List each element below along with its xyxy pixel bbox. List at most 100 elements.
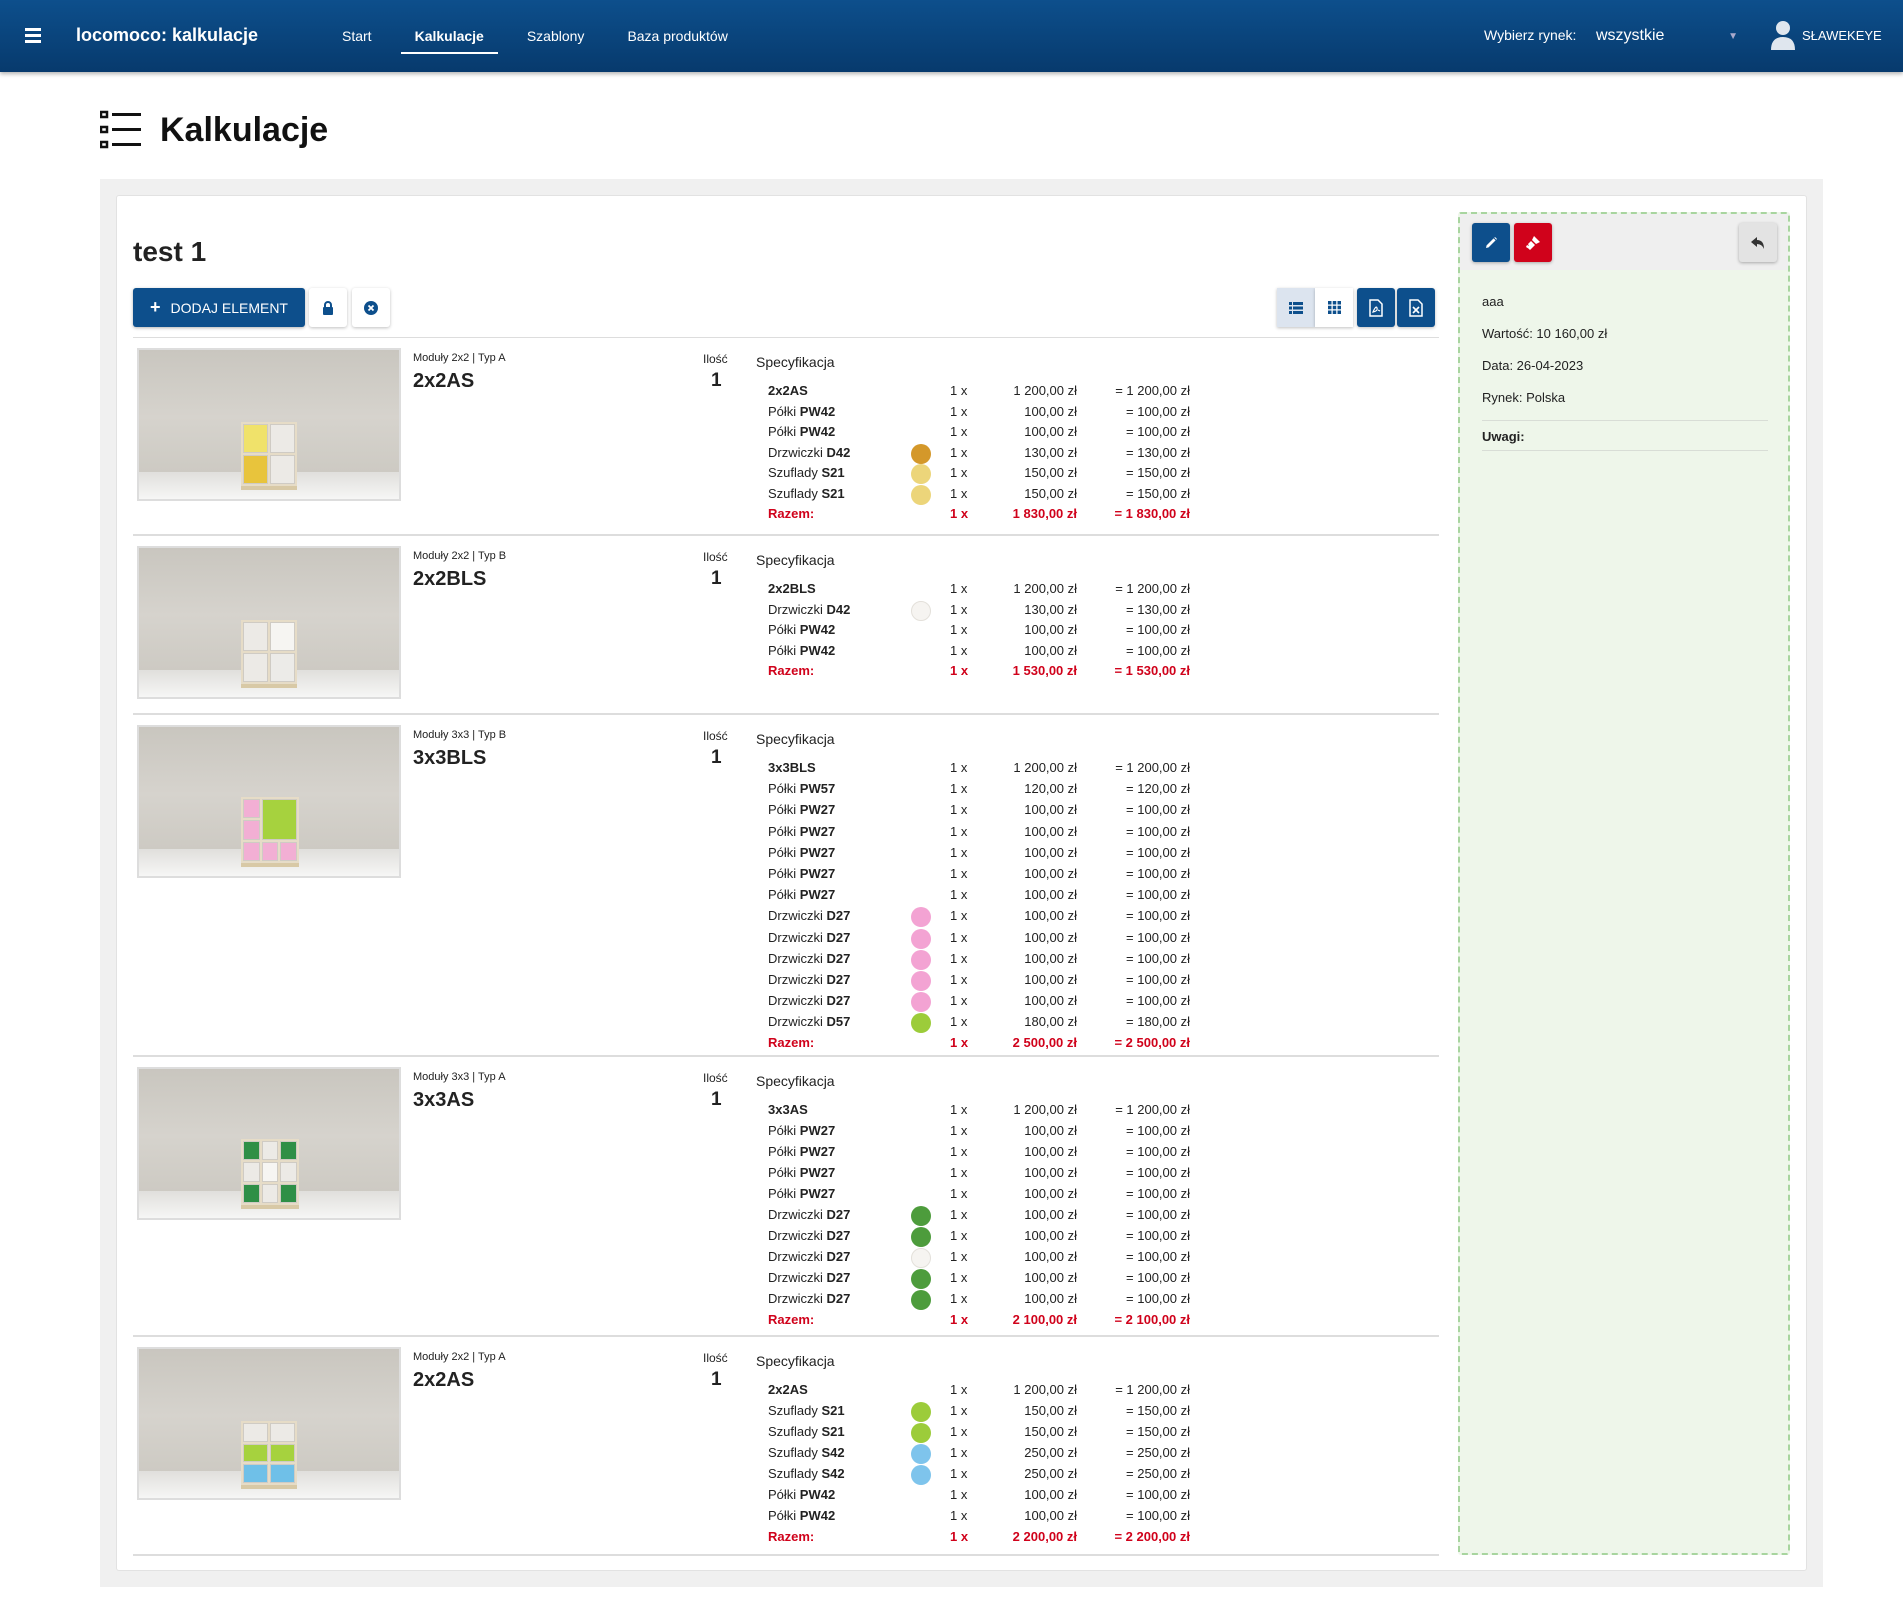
element-thumbnail[interactable]: [137, 725, 401, 878]
specification-title: Specyfikacja: [756, 1073, 835, 1089]
spec-item-label: Półki: [768, 622, 800, 637]
spec-item-code: PW27: [799, 1123, 836, 1138]
spec-item-label: Półki: [768, 1165, 800, 1180]
spec-item-code: PW27: [799, 1165, 836, 1180]
details-panel-header: [1460, 214, 1788, 270]
close-button[interactable]: [352, 288, 390, 327]
spec-item-name: Drzwiczki D27: [768, 1228, 850, 1243]
spec-item-code: D27: [826, 950, 851, 966]
spec-item-label: Szuflady: [768, 1424, 822, 1439]
spec-line: Drzwiczki D57 1 x 180,00 zł = 180,00 zł: [768, 1013, 1208, 1034]
spec-item-price: 100,00 zł: [1024, 1144, 1077, 1159]
nav-item-baza-produktow[interactable]: Baza produktów: [613, 0, 741, 72]
spec-item-total: = 100,00 zł: [1126, 1186, 1190, 1201]
spec-item-price: 150,00 zł: [1024, 465, 1077, 480]
spec-item-total: = 150,00 zł: [1126, 465, 1190, 480]
spec-item-name: Szuflady S21: [768, 465, 845, 480]
spec-total-line: Razem: 1 x1 830,00 zł = 1 830,00 zł: [768, 505, 1208, 522]
spec-item-code: D27: [826, 1207, 851, 1222]
spec-item-code: D27: [826, 993, 851, 1009]
grid-view-button[interactable]: [1315, 288, 1353, 327]
element-thumbnail[interactable]: [137, 546, 401, 699]
calculation-market: Rynek: Polska: [1482, 390, 1566, 405]
spec-item-total: = 100,00 zł: [1126, 1508, 1190, 1523]
element-thumbnail[interactable]: [137, 1347, 401, 1500]
market-select-value: wszystkie: [1596, 27, 1665, 44]
quantity-label: Ilość: [703, 550, 728, 564]
color-swatch: [911, 1423, 931, 1443]
spec-item-price: 250,00 zł: [1024, 1466, 1077, 1481]
spec-line: Drzwiczki D27 1 x 100,00 zł = 100,00 zł: [768, 1290, 1208, 1311]
spec-line: Szuflady S42 1 x 250,00 zł = 250,00 zł: [768, 1465, 1208, 1486]
spec-line: Drzwiczki D27 1 x 100,00 zł = 100,00 zł: [768, 970, 1208, 992]
excel-icon: [1409, 298, 1423, 317]
element-type: Moduły 2x2 | Typ B: [413, 550, 507, 562]
list-view-button[interactable]: [1277, 288, 1315, 327]
spec-line: Drzwiczki D42 1 x 130,00 zł = 130,00 zł: [768, 443, 1208, 465]
spec-total-price: 2 200,00 zł: [1012, 1529, 1077, 1544]
market-select[interactable]: wszystkie ▼: [1596, 22, 1738, 50]
spec-item-total: = 100,00 zł: [1126, 1123, 1190, 1138]
spec-line: Półki PW27 1 x 100,00 zł = 100,00 zł: [768, 844, 1208, 865]
pdf-icon: [1369, 298, 1383, 317]
spec-item-code: D42: [826, 444, 851, 460]
spec-item-code: PW42: [799, 1487, 836, 1502]
quantity-value: 1: [711, 747, 722, 768]
spec-item-price: 100,00 zł: [1024, 622, 1077, 637]
spec-total-value: = 2 500,00 zł: [1114, 1035, 1190, 1051]
spec-line: Półki PW27 1 x 100,00 zł = 100,00 zł: [768, 865, 1208, 886]
spec-line: Szuflady S21 1 x 150,00 zł = 150,00 zł: [768, 464, 1208, 485]
menu-icon[interactable]: [25, 28, 41, 43]
spec-item-price: 100,00 zł: [1024, 1123, 1077, 1138]
spec-item-name: Półki PW27: [768, 824, 835, 839]
spec-item-code: PW27: [799, 823, 836, 839]
nav-item-start[interactable]: Start: [328, 0, 386, 72]
spec-item-label: Drzwiczki: [768, 971, 827, 987]
spec-item-total: = 100,00 zł: [1126, 971, 1190, 987]
element-name: 2x2BLS: [413, 568, 487, 590]
element-thumbnail[interactable]: [137, 1067, 401, 1220]
spec-item-name: Drzwiczki D42: [768, 602, 850, 617]
spec-item-total: = 100,00 zł: [1126, 844, 1190, 860]
spec-item-label: Półki: [768, 1144, 800, 1159]
list-heading-icon: [100, 110, 141, 149]
element-thumbnail[interactable]: [137, 348, 401, 501]
calculation-description: aaa: [1482, 294, 1504, 309]
nav-item-kalkulacje[interactable]: Kalkulacje: [400, 0, 499, 72]
spec-item-label: Półki: [768, 823, 800, 839]
element-name: 3x3BLS: [413, 747, 487, 769]
add-element-button[interactable]: + DODAJ ELEMENT: [133, 288, 305, 327]
spec-item-label: Drzwiczki: [768, 1291, 827, 1306]
user-menu[interactable]: SŁAWEKEYE: [1770, 20, 1882, 50]
color-swatch: [911, 484, 931, 505]
list-view-icon: [1289, 301, 1303, 314]
spec-item-total: = 250,00 zł: [1126, 1445, 1190, 1460]
spec-total-line: Razem: 1 x2 500,00 zł = 2 500,00 zł: [768, 1034, 1208, 1051]
spec-item-name: 3x3AS: [768, 1102, 808, 1117]
export-pdf-button[interactable]: [1357, 288, 1395, 327]
lock-button[interactable]: [309, 288, 347, 327]
app-title[interactable]: locomoco: kalkulacje: [76, 25, 258, 46]
clear-button[interactable]: [1514, 223, 1552, 262]
spec-item-price: 100,00 zł: [1024, 1291, 1077, 1306]
spec-item-price: 120,00 zł: [1024, 781, 1077, 797]
spec-item-code: 2x2AS: [768, 383, 808, 398]
nav-item-szablony[interactable]: Szablony: [513, 0, 599, 72]
spec-item-name: 2x2AS: [768, 383, 808, 398]
color-swatch: [911, 949, 931, 970]
spec-line: Półki PW57 1 x 120,00 zł = 120,00 zł: [768, 780, 1208, 801]
spec-item-label: Drzwiczki: [768, 993, 827, 1009]
edit-details-button[interactable]: [1472, 223, 1510, 262]
spec-item-price: 100,00 zł: [1024, 1508, 1077, 1523]
spec-item-price: 1 200,00 zł: [1013, 1382, 1077, 1397]
top-bar: locomoco: kalkulacje Start Kalkulacje Sz…: [0, 0, 1903, 72]
spec-item-name: 3x3BLS: [768, 760, 816, 775]
spec-item-total: = 120,00 zł: [1126, 781, 1190, 797]
export-excel-button[interactable]: [1397, 288, 1435, 327]
specification-list: 3x3BLS 1 x1 200,00 zł = 1 200,00 zł Półki P…: [768, 759, 1208, 1051]
spec-item-label: Drzwiczki: [768, 1207, 827, 1222]
user-icon: [1771, 21, 1795, 50]
back-button[interactable]: [1739, 223, 1777, 262]
spec-item-price: 1 200,00 zł: [1013, 760, 1077, 775]
spec-total-line: Razem: 1 x2 200,00 zł = 2 200,00 zł: [768, 1528, 1208, 1545]
